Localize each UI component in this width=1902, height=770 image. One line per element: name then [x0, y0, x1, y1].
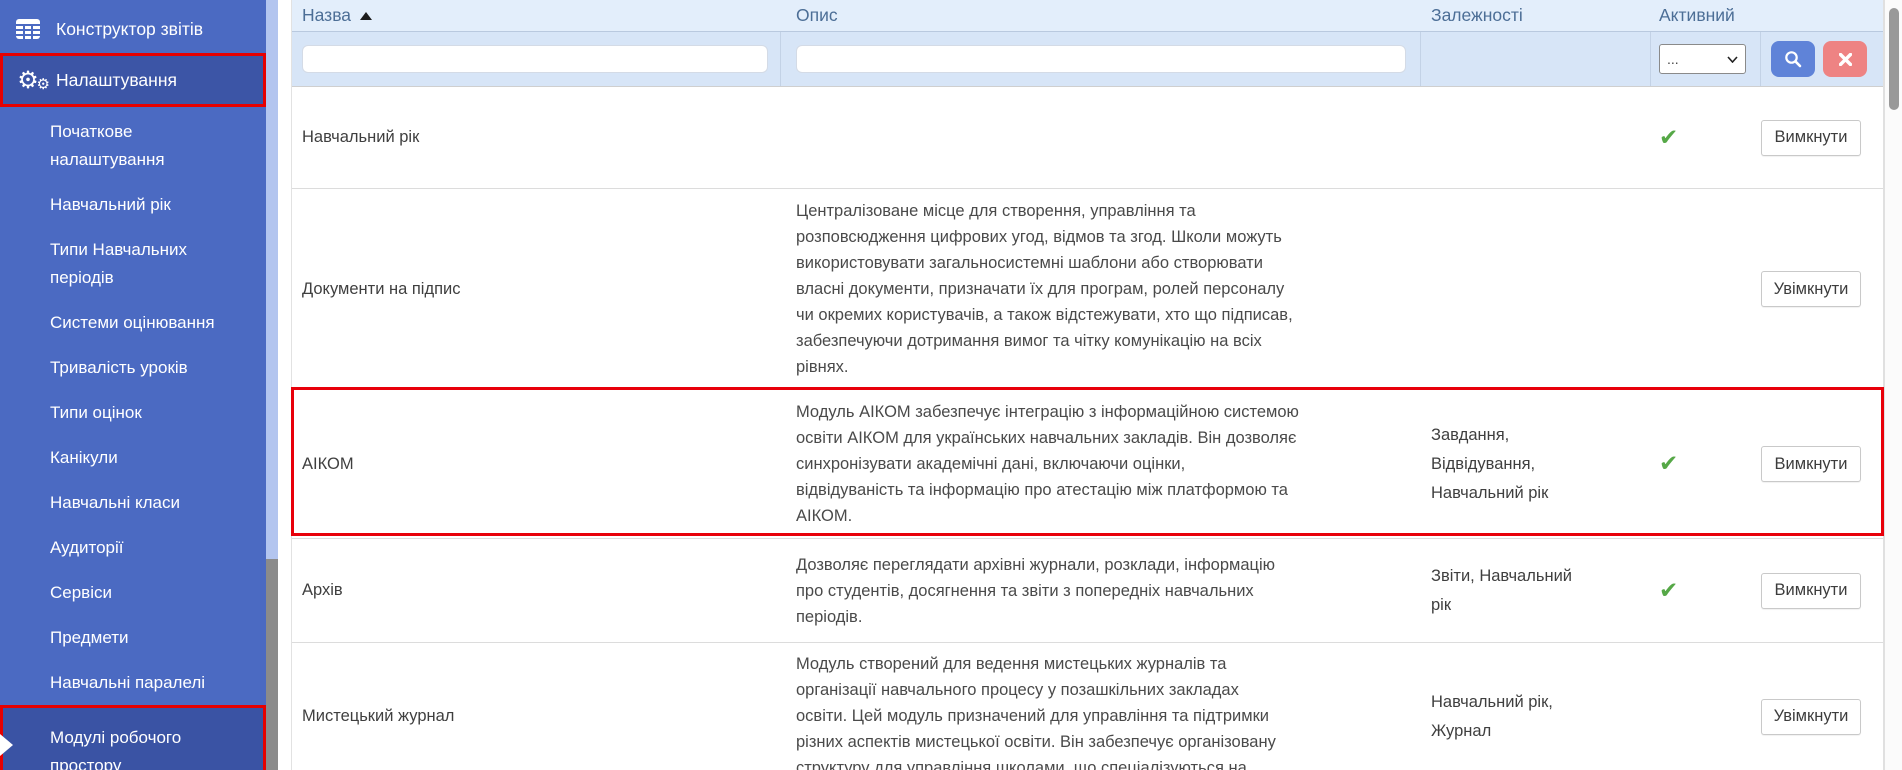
table-row-archive: Архів Дозволяє переглядати архівні журна… — [292, 539, 1883, 643]
sidebar-item-workspace-modules[interactable]: Модулі робочого простору — [0, 705, 266, 770]
sidebar-item-report-constructor[interactable]: Конструктор звітів — [0, 14, 266, 44]
current-page-pointer-icon — [0, 734, 13, 756]
table-row-school-year: Навчальний рік ✔ Вимкнути — [292, 87, 1883, 189]
column-header-description[interactable]: Опис — [781, 5, 1421, 26]
sidebar-scrollbar — [266, 0, 278, 770]
module-description — [781, 129, 1421, 147]
table-filter-row: ... — [292, 32, 1883, 87]
gears-icon: ⚙⚙ — [13, 68, 43, 92]
column-header-dependencies[interactable]: Залежності — [1421, 5, 1651, 26]
table-row-aikom: АІКОМ Модуль АІКОМ забезпечує інтеграцію… — [292, 390, 1883, 539]
filter-cell-name — [292, 32, 781, 86]
sidebar-item-services[interactable]: Сервіси — [0, 579, 266, 607]
page-scrollbar-thumb[interactable] — [1889, 8, 1899, 110]
column-header-active[interactable]: Активний — [1651, 5, 1761, 26]
sidebar-item-settings[interactable]: ⚙⚙ Налаштування — [0, 53, 266, 107]
table-row-art-journal: Мистецький журнал Модуль створений для в… — [292, 643, 1883, 770]
module-name: АІКОМ — [292, 455, 781, 474]
active-status-cell: ✔ — [1651, 125, 1761, 151]
table-row-documents-to-sign: Документи на підпис Централізоване місце… — [292, 189, 1883, 390]
sidebar-item-grading-systems[interactable]: Системи оцінювання — [0, 309, 266, 337]
module-dependencies: Навчальний рік, Журнал — [1421, 688, 1651, 746]
app-window: Конструктор звітів ⚙⚙ Налаштування Почат… — [0, 0, 1902, 770]
sidebar-item-school-year[interactable]: Навчальний рік — [0, 191, 266, 219]
sidebar-item-label: Налаштування — [56, 70, 177, 91]
active-status-cell: ✔ — [1651, 451, 1761, 477]
table-header-row: Назва Опис Залежності Активний — [292, 0, 1883, 32]
module-dependencies: Звіти, Навчальний рік — [1421, 562, 1651, 620]
close-icon — [1839, 53, 1852, 66]
chevron-down-icon — [1727, 56, 1738, 63]
module-description: Централізоване місце для створення, упра… — [781, 189, 1421, 389]
sidebar-item-grade-levels[interactable]: Навчальні паралелі — [0, 669, 266, 697]
filter-cell-dependencies — [1421, 32, 1651, 86]
column-header-name[interactable]: Назва — [292, 5, 781, 26]
sidebar-item-label: Конструктор звітів — [56, 19, 203, 40]
disable-module-button[interactable]: Вимкнути — [1761, 573, 1861, 609]
module-description: Модуль створений для ведення мистецьких … — [781, 643, 1421, 770]
sidebar: Конструктор звітів ⚙⚙ Налаштування Почат… — [0, 0, 266, 770]
sidebar-item-initial-setup[interactable]: Початкове налаштування — [0, 118, 266, 174]
check-icon: ✔ — [1659, 451, 1678, 477]
disable-module-button[interactable]: Вимкнути — [1761, 446, 1861, 482]
name-filter-input[interactable] — [302, 45, 768, 73]
active-filter-select[interactable]: ... — [1659, 44, 1746, 74]
module-name: Навчальний рік — [292, 128, 781, 147]
module-description: Модуль АІКОМ забезпечує інтеграцію з інф… — [781, 390, 1421, 538]
enable-module-button[interactable]: Увімкнути — [1761, 699, 1861, 735]
sidebar-item-lesson-duration[interactable]: Тривалість уроків — [0, 354, 266, 382]
check-icon: ✔ — [1659, 125, 1678, 151]
check-icon: ✔ — [1659, 578, 1678, 604]
module-description: Дозволяє переглядати архівні журнали, ро… — [781, 543, 1421, 639]
sidebar-scrollbar-thumb[interactable] — [266, 559, 278, 770]
module-dependencies: Завдання, Відвідування, Навчальний рік — [1421, 421, 1651, 508]
search-icon — [1784, 50, 1802, 68]
sidebar-item-subjects[interactable]: Предмети — [0, 624, 266, 652]
filter-cell-active: ... — [1651, 32, 1761, 86]
sidebar-item-classes[interactable]: Навчальні класи — [0, 489, 266, 517]
disable-module-button[interactable]: Вимкнути — [1761, 120, 1861, 156]
module-name: Архів — [292, 581, 781, 600]
sidebar-item-term-types[interactable]: Типи Навчальних періодів — [0, 236, 266, 292]
filter-cell-actions — [1761, 32, 1883, 86]
sidebar-item-rooms[interactable]: Аудиторії — [0, 534, 266, 562]
description-filter-input[interactable] — [796, 45, 1406, 73]
modules-table: Назва Опис Залежності Активний — [291, 0, 1884, 770]
sidebar-item-mark-types[interactable]: Типи оцінок — [0, 399, 266, 427]
active-status-cell: ✔ — [1651, 578, 1761, 604]
clear-filters-button[interactable] — [1823, 41, 1867, 77]
sidebar-subnav: Початкове налаштування Навчальний рік Ти… — [0, 118, 266, 770]
enable-module-button[interactable]: Увімкнути — [1761, 271, 1861, 307]
sidebar-item-holidays[interactable]: Канікули — [0, 444, 266, 472]
grid-icon — [13, 18, 43, 40]
search-button[interactable] — [1771, 41, 1815, 77]
filter-cell-description — [781, 32, 1421, 86]
sort-ascending-icon — [360, 12, 372, 20]
page-scrollbar — [1884, 0, 1902, 770]
module-name: Мистецький журнал — [292, 707, 781, 726]
module-name: Документи на підпис — [292, 280, 781, 299]
